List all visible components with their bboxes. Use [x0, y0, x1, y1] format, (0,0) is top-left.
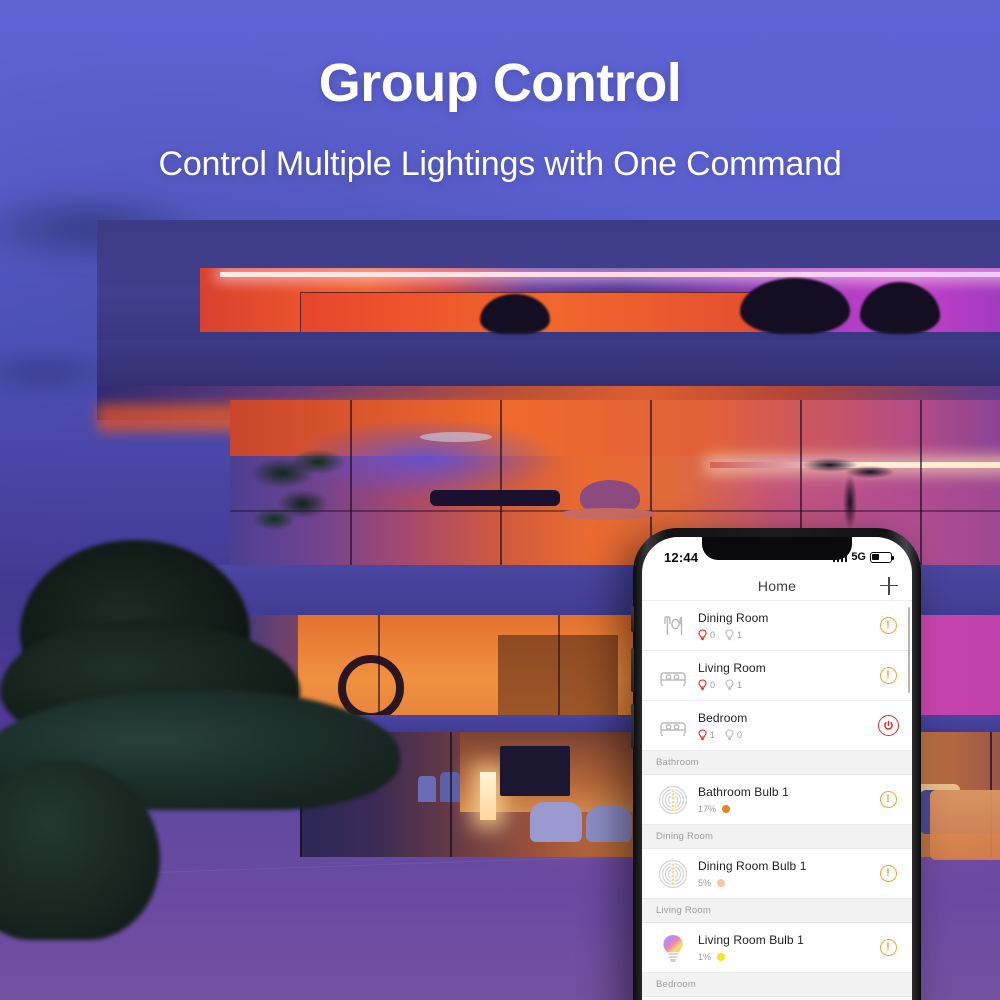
armchair	[530, 802, 582, 842]
phone-screen: 12:44 5G Home Dining Room 0 1 ! Living R…	[642, 537, 912, 1000]
app-navbar: Home	[642, 571, 912, 601]
row-action[interactable]: !	[874, 667, 902, 684]
network-label: 5G	[851, 551, 866, 563]
upper-inner-room	[300, 292, 800, 332]
brightness-value: 17%	[698, 804, 717, 814]
phone-volume-up-button[interactable]	[631, 648, 634, 692]
room-name: Bedroom	[698, 710, 748, 725]
row-action[interactable]: !	[874, 865, 902, 882]
section-header: Dining Room	[642, 825, 912, 849]
power-icon[interactable]	[877, 715, 899, 736]
brightness-value: 1%	[698, 952, 712, 962]
pendant-lamp	[420, 432, 492, 442]
section-title: Bathroom	[656, 757, 699, 768]
dining-utensils-icon	[656, 609, 690, 643]
armchair	[586, 806, 632, 842]
bulbs-on-count: 1	[698, 728, 715, 741]
phone-mute-switch[interactable]	[631, 606, 634, 632]
bulbs-on-count: 0	[698, 678, 715, 691]
section-title: Dining Room	[656, 831, 714, 842]
section-title: Living Room	[656, 905, 712, 916]
section-header: Living Room	[642, 899, 912, 923]
table-row[interactable]: Bedroom 1 0	[642, 701, 912, 751]
brightness-value: 5%	[698, 878, 712, 888]
list-scrollbar[interactable]	[907, 607, 910, 693]
warning-icon[interactable]: !	[879, 865, 897, 882]
fireplace-glow	[480, 772, 496, 820]
status-bar: 12:44 5G	[642, 537, 912, 571]
row-action[interactable]: !	[874, 617, 902, 634]
table-row[interactable]: Living Room Bulb 1 1% !	[642, 923, 912, 973]
light-strip-icon	[656, 857, 690, 891]
roof-soffit	[97, 340, 1000, 386]
bed-icon	[656, 709, 690, 743]
color-swatch	[717, 953, 726, 961]
bulbs-off-count: 1	[725, 678, 742, 691]
status-time: 12:44	[664, 549, 699, 565]
bed-icon	[656, 659, 690, 693]
table-row[interactable]: Dining Room 0 1 !	[642, 601, 912, 651]
page-subtitle: Control Multiple Lightings with One Comm…	[158, 145, 842, 183]
tv-panel	[500, 746, 570, 796]
row-action[interactable]	[874, 715, 902, 736]
section-header: Bathroom	[642, 751, 912, 775]
room-name: Living Room	[698, 660, 766, 675]
plus-icon[interactable]	[880, 576, 898, 595]
palm-tree	[800, 440, 900, 540]
table-row[interactable]: Dining Room Bulb 1 5% !	[642, 849, 912, 899]
phone-mockup: 12:44 5G Home Dining Room 0 1 ! Living R…	[631, 528, 921, 1000]
section-header: Bedroom	[642, 973, 912, 997]
bulbs-on-count: 0	[698, 628, 715, 641]
color-swatch	[717, 879, 726, 887]
decor-plate	[560, 508, 656, 520]
phone-volume-down-button[interactable]	[631, 704, 634, 748]
battery-icon	[870, 551, 895, 563]
outdoor-furniture	[930, 790, 1000, 860]
light-strip-icon	[656, 783, 690, 817]
warning-icon[interactable]: !	[879, 667, 897, 684]
row-action[interactable]: !	[874, 791, 902, 808]
device-name: Bathroom Bulb 1	[698, 785, 789, 799]
row-action[interactable]: !	[874, 939, 902, 956]
page-title: Group Control	[318, 53, 682, 113]
section-title: Bedroom	[656, 979, 696, 990]
bulbs-off-count: 0	[725, 728, 742, 741]
warning-icon[interactable]: !	[879, 617, 897, 634]
table-lamp	[418, 776, 436, 802]
bulbs-off-count: 1	[725, 628, 742, 641]
table-row[interactable]: Bathroom Bulb 1 17% !	[642, 775, 912, 825]
cellular-bars-icon	[832, 552, 848, 562]
warning-icon[interactable]: !	[879, 939, 897, 956]
color-swatch	[722, 805, 731, 813]
device-list[interactable]: Dining Room 0 1 ! Living Room 0 1 ! Bedr…	[642, 601, 912, 997]
indoor-plant	[250, 440, 360, 550]
device-name: Living Room Bulb 1	[698, 933, 804, 947]
led-strip-upper	[220, 272, 1000, 277]
room-name: Dining Room	[698, 610, 769, 625]
dining-table	[430, 490, 560, 506]
color-bulb-icon	[656, 931, 690, 965]
table-row[interactable]: Living Room 0 1 !	[642, 651, 912, 701]
device-name: Dining Room Bulb 1	[698, 859, 807, 873]
warning-icon[interactable]: !	[879, 791, 897, 808]
navbar-title: Home	[757, 577, 797, 594]
